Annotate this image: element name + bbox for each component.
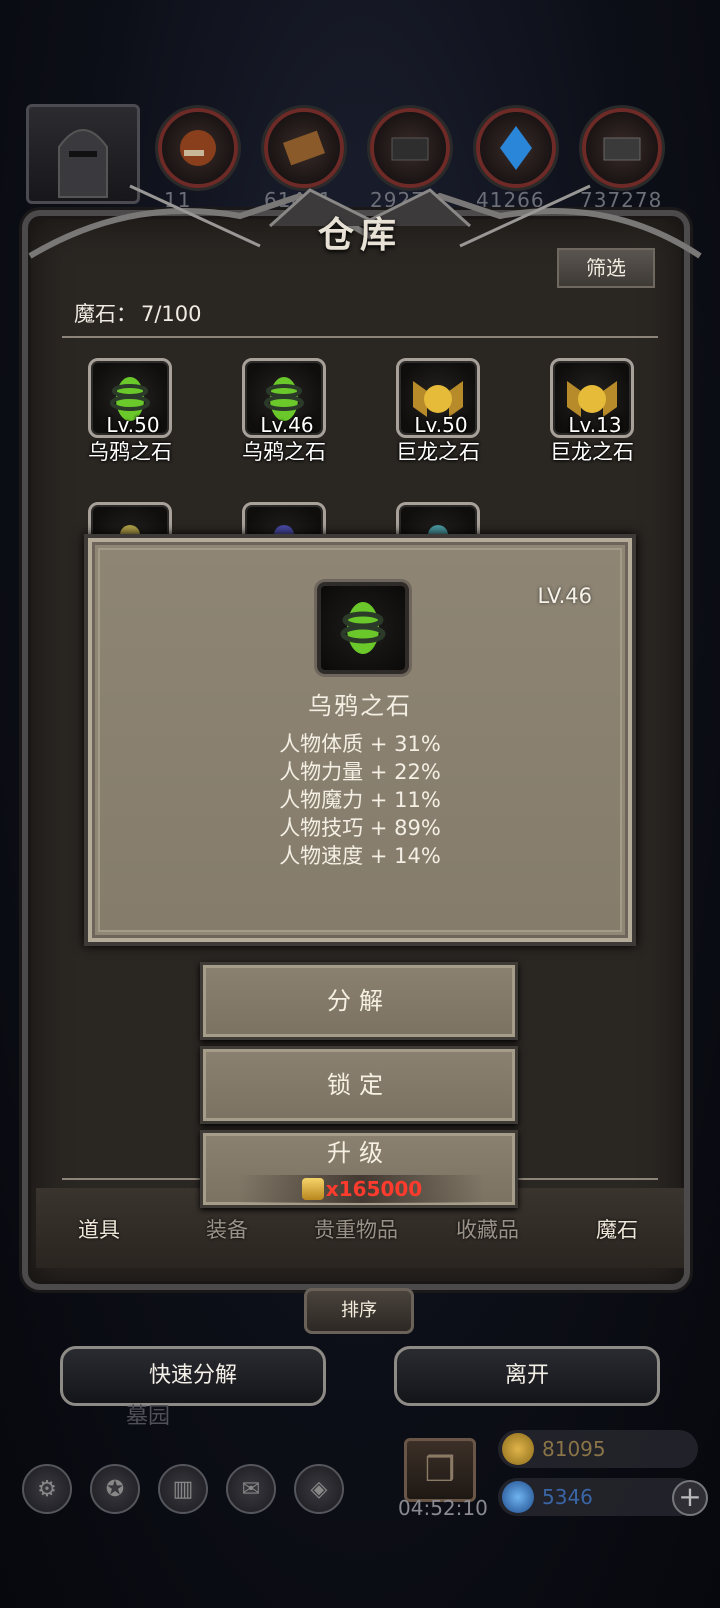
upgrade-label: 升级 <box>327 1139 391 1167</box>
gold-amount: 81095 <box>542 1437 606 1461</box>
green-crystal-icon <box>340 602 386 654</box>
stone-name: 乌鸦之石 <box>242 440 326 464</box>
stone-name: 乌鸦之石 <box>88 440 172 464</box>
decompose-button[interactable]: 分解 <box>200 962 518 1040</box>
stone-slot[interactable]: Lv.50 乌鸦之石 <box>88 358 172 464</box>
stone-slot[interactable]: Lv.50 巨龙之石 <box>396 358 480 464</box>
star-badge-icon[interactable]: ✪ <box>90 1464 140 1514</box>
shield-icon[interactable]: ◈ <box>294 1464 344 1514</box>
stat-line: 人物魔力 + 11% <box>279 788 441 812</box>
stone-level: Lv.50 <box>414 413 468 437</box>
mail-icon[interactable]: ✉ <box>226 1464 276 1514</box>
stone-frame: Lv.13 <box>550 358 634 438</box>
divider <box>62 336 658 338</box>
stone-frame: Lv.50 <box>88 358 172 438</box>
stone-slot[interactable]: Lv.13 巨龙之石 <box>550 358 634 464</box>
stone-frame: Lv.46 <box>242 358 326 438</box>
stone-level: Lv.13 <box>568 413 622 437</box>
gem-display: 5346 <box>498 1478 698 1516</box>
stone-level: Lv.46 <box>260 413 314 437</box>
gem-amount: 5346 <box>542 1485 593 1509</box>
gem-icon <box>502 1481 534 1513</box>
upgrade-cost-value: x165000 <box>325 1177 423 1201</box>
leave-button[interactable]: 离开 <box>394 1346 660 1406</box>
add-currency-button[interactable]: + <box>672 1480 708 1516</box>
gift-timer: 04:52:10 <box>398 1496 488 1520</box>
gold-coin-icon <box>301 1178 324 1200</box>
tab-equipment[interactable]: 装备 <box>206 1214 248 1244</box>
gold-coin-icon <box>502 1433 534 1465</box>
stone-frame: Lv.50 <box>396 358 480 438</box>
tab-items[interactable]: 道具 <box>78 1214 120 1244</box>
stone-count-label: 魔石： 7/100 <box>70 298 202 328</box>
filter-button[interactable]: 筛选 <box>557 248 655 288</box>
gold-display: 81095 <box>498 1430 698 1468</box>
stone-detail-popup: LV.46 乌鸦之石 人物体质 + 31% 人物力量 + 22% 人物魔力 + … <box>84 534 636 946</box>
upgrade-button[interactable]: 升级 x165000 <box>200 1130 518 1208</box>
stone-count-value: 7/100 <box>141 302 202 326</box>
sort-button[interactable]: 排序 <box>304 1288 414 1334</box>
stone-level: Lv.50 <box>106 413 160 437</box>
popup-level: LV.46 <box>537 584 592 608</box>
location-label: 墓园 <box>126 1404 171 1429</box>
upgrade-cost: x165000 <box>239 1175 485 1203</box>
stone-slot[interactable]: Lv.46 乌鸦之石 <box>242 358 326 464</box>
stone-count-prefix: 魔石： <box>74 302 137 326</box>
stone-name: 巨龙之石 <box>550 440 634 464</box>
tab-valuables[interactable]: 贵重物品 <box>314 1214 398 1244</box>
lock-button[interactable]: 锁定 <box>200 1046 518 1124</box>
popup-stone-name: 乌鸦之石 <box>308 692 412 720</box>
gift-box-icon[interactable]: ❒ <box>404 1438 476 1502</box>
tab-magic-stones[interactable]: 魔石 <box>596 1214 638 1244</box>
settings-gear-icon[interactable]: ⚙ <box>22 1464 72 1514</box>
stat-line: 人物技巧 + 89% <box>279 816 441 840</box>
stat-line: 人物体质 + 31% <box>279 732 441 756</box>
stat-line: 人物力量 + 22% <box>279 760 441 784</box>
popup-stone-icon <box>317 582 409 674</box>
stone-name: 巨龙之石 <box>396 440 480 464</box>
stat-line: 人物速度 + 14% <box>279 844 441 868</box>
tab-collectibles[interactable]: 收藏品 <box>456 1214 519 1244</box>
gate-icon[interactable]: ▥ <box>158 1464 208 1514</box>
quick-decompose-button[interactable]: 快速分解 <box>60 1346 326 1406</box>
